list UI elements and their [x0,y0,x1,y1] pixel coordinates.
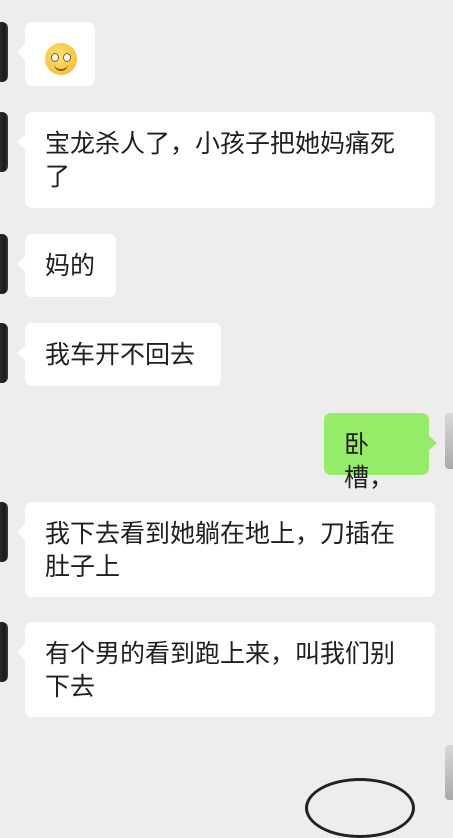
emoji-eye-left [51,53,59,62]
sender-avatar[interactable] [0,112,8,172]
message-bubble[interactable]: 有个男的看到跑上来，叫我们别 下去 [17,622,435,717]
emoji-eye-right [63,53,71,62]
sender-avatar[interactable] [0,234,8,294]
message-bubble-outgoing[interactable]: 卧槽， [324,413,437,492]
message-text-line: 肚子上 [45,552,121,581]
message-text: 我车开不回去 [45,340,196,369]
sender-avatar[interactable] [0,502,8,562]
message-bubble-emoji[interactable] [17,22,95,86]
sender-avatar[interactable] [0,323,8,383]
message-text-line: 我下去看到她躺在地上，刀插在 [45,519,396,548]
self-avatar[interactable] [445,413,453,469]
message-text: 妈的 [45,251,96,280]
sender-avatar[interactable] [0,22,8,82]
self-avatar[interactable] [445,745,453,800]
partial-bubble-outline [305,778,415,838]
message-text-line: 有个男的看到跑上来，叫我们别 [45,639,396,668]
message-bubble[interactable]: 我车开不回去 [17,323,221,386]
message-text-line: 下去 [45,672,96,701]
sender-avatar[interactable] [0,622,8,682]
message-bubble[interactable]: 妈的 [17,234,116,297]
grinning-face-icon [45,43,77,75]
message-text-line: 了 [45,162,71,191]
message-text: 卧槽， [344,430,395,492]
message-bubble[interactable]: 我下去看到她躺在地上，刀插在 肚子上 [17,502,435,597]
message-bubble[interactable]: 宝龙杀人了，小孩子把她妈痛死 了 [17,112,435,208]
message-text-line: 宝龙杀人了，小孩子把她妈痛死 [45,129,396,158]
emoji-mouth [54,62,68,71]
